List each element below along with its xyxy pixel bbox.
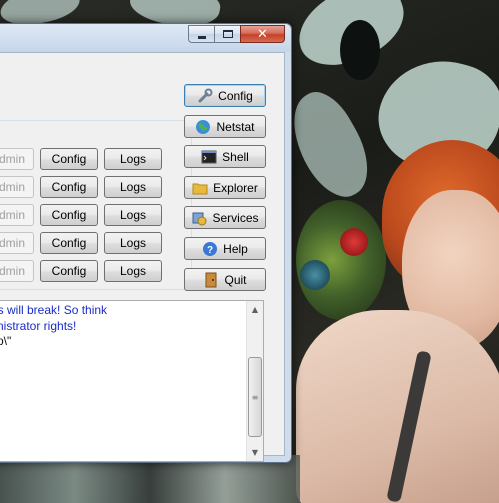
wallpaper-flower <box>340 228 368 256</box>
close-icon: ✕ <box>257 26 268 42</box>
service-logs-button[interactable]: Logs <box>104 176 162 198</box>
scroll-thumb[interactable]: ≡ <box>248 357 262 437</box>
maximize-icon <box>222 30 233 38</box>
service-config-button[interactable]: Config <box>40 176 98 198</box>
log-scrollbar[interactable]: ▲ ≡ ▼ <box>246 301 263 461</box>
service-config-button[interactable]: Config <box>40 148 98 170</box>
admin-button[interactable]: Admin <box>0 232 34 254</box>
service-logs-button[interactable]: Logs <box>104 260 162 282</box>
service-config-button[interactable]: Config <box>40 204 98 226</box>
maximize-button[interactable] <box>214 25 240 43</box>
grip-icon: ≡ <box>251 392 259 402</box>
folder-icon <box>192 180 208 196</box>
log-output[interactable]: gs will break! So think nistrator rights… <box>0 300 264 462</box>
service-logs-button[interactable]: Logs <box>104 232 162 254</box>
app-window: ✕ Admin Config Logs Admin Config Logs Ad… <box>0 23 292 463</box>
door-icon <box>203 272 219 288</box>
help-button[interactable]: ? Help <box>184 237 266 260</box>
wallpaper-flower <box>300 260 330 290</box>
minimize-button[interactable] <box>188 25 214 43</box>
wallpaper-shadow <box>340 20 380 80</box>
minimize-icon <box>197 35 206 39</box>
service-config-button[interactable]: Config <box>40 232 98 254</box>
netstat-button[interactable]: Netstat <box>184 115 266 138</box>
shell-button[interactable]: Shell <box>184 145 266 168</box>
svg-text:?: ? <box>207 245 213 256</box>
config-button[interactable]: Config <box>184 84 266 107</box>
title-bar[interactable]: ✕ <box>0 24 291 52</box>
scroll-up-arrow-icon[interactable]: ▲ <box>247 301 263 318</box>
log-line: p\" <box>0 334 12 348</box>
caption-buttons: ✕ <box>188 25 285 43</box>
config-button-label: Config <box>218 88 253 103</box>
close-button[interactable]: ✕ <box>240 25 285 43</box>
window-client-area: Admin Config Logs Admin Config Logs Admi… <box>0 52 285 462</box>
wrench-icon <box>197 88 213 104</box>
service-config-button[interactable]: Config <box>40 260 98 282</box>
explorer-button-label: Explorer <box>213 180 258 195</box>
shell-button-label: Shell <box>222 149 249 164</box>
help-button-label: Help <box>223 241 248 256</box>
log-text: gs will break! So think nistrator rights… <box>0 303 107 350</box>
explorer-button[interactable]: Explorer <box>184 176 266 199</box>
terminal-icon <box>201 149 217 165</box>
service-logs-button[interactable]: Logs <box>104 148 162 170</box>
log-line: nistrator rights! <box>0 318 77 333</box>
admin-button[interactable]: Admin <box>0 204 34 226</box>
services-icon <box>191 210 207 226</box>
scroll-down-arrow-icon[interactable]: ▼ <box>247 444 263 461</box>
globe-icon <box>195 119 211 135</box>
netstat-button-label: Netstat <box>216 119 255 134</box>
admin-button[interactable]: Admin <box>0 260 34 282</box>
log-line: gs will break! So think <box>0 303 108 317</box>
quit-button-label: Quit <box>224 272 247 287</box>
help-icon: ? <box>202 241 218 257</box>
admin-button[interactable]: Admin <box>0 176 34 198</box>
quit-button[interactable]: Quit <box>184 268 266 291</box>
service-logs-button[interactable]: Logs <box>104 204 162 226</box>
admin-button[interactable]: Admin <box>0 148 34 170</box>
services-button[interactable]: Services <box>184 206 266 229</box>
services-button-label: Services <box>212 210 259 225</box>
